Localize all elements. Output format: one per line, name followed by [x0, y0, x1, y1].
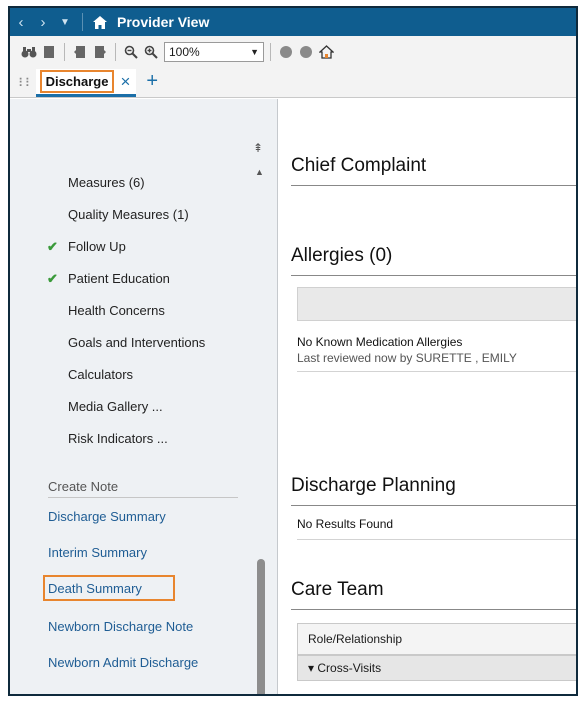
- discharge-planning-empty: No Results Found: [297, 517, 394, 531]
- note-link-interim-summary[interactable]: Interim Summary: [48, 545, 147, 560]
- checkmark-icon: ✔: [47, 239, 58, 254]
- sidebar-item-media-gallery[interactable]: Media Gallery ...: [68, 399, 163, 414]
- note-link-newborn-admit-discharge[interactable]: Newborn Admit Discharge: [48, 655, 198, 670]
- sidebar-scrollbar[interactable]: [257, 559, 265, 694]
- back-icon[interactable]: ‹: [10, 8, 32, 36]
- home-outline-icon[interactable]: [317, 43, 335, 61]
- chevron-down-icon: ▼: [250, 47, 259, 57]
- sidebar: ⇞ ▲ Measures (6) Quality Measures (1) ✔ …: [10, 99, 278, 694]
- allergies-table-header: [297, 287, 576, 321]
- add-tab-button[interactable]: +: [146, 70, 158, 93]
- create-note-heading: Create Note: [48, 479, 119, 494]
- drag-grip-icon[interactable]: ⠇⠇: [18, 76, 34, 90]
- row-divider: [297, 539, 576, 540]
- toolbar: 100% ▼: [10, 36, 576, 68]
- sidebar-item-follow-up[interactable]: Follow Up: [68, 239, 126, 254]
- create-note-divider: [48, 497, 238, 498]
- app-window: ‹ › ▼ Provider View 100% ▼ ⠇⠇ Discharge …: [8, 6, 578, 696]
- page-icon[interactable]: [40, 43, 58, 61]
- toolbar-separator: [270, 43, 271, 61]
- sidebar-item-patient-education[interactable]: Patient Education: [68, 271, 170, 286]
- forward-icon[interactable]: ›: [32, 8, 54, 36]
- section-divider: [291, 609, 576, 610]
- note-link-death-summary[interactable]: Death Summary: [48, 581, 142, 596]
- title-bar: ‹ › ▼ Provider View: [10, 8, 576, 36]
- discharge-planning-title: Discharge Planning: [291, 475, 456, 496]
- toolbar-separator: [115, 43, 116, 61]
- window-title: Provider View: [117, 14, 210, 30]
- allergies-reviewed: Last reviewed now by SURETTE , EMILY: [297, 351, 517, 365]
- allergies-title: Allergies (0): [291, 245, 393, 266]
- zoom-select[interactable]: 100% ▼: [164, 42, 264, 62]
- zoom-value: 100%: [169, 45, 200, 59]
- next-page-icon[interactable]: [91, 43, 109, 61]
- prev-page-icon[interactable]: [71, 43, 89, 61]
- sidebar-item-measures[interactable]: Measures (6): [68, 175, 145, 190]
- care-team-title: Care Team: [291, 579, 384, 600]
- sidebar-item-calculators[interactable]: Calculators: [68, 367, 133, 382]
- scroll-up-icon[interactable]: ▲: [255, 167, 264, 177]
- note-link-newborn-discharge[interactable]: Newborn Discharge Note: [48, 619, 193, 634]
- note-link-discharge-summary[interactable]: Discharge Summary: [48, 509, 166, 524]
- close-icon[interactable]: ×: [120, 72, 130, 92]
- sidebar-item-health-concerns[interactable]: Health Concerns: [68, 303, 165, 318]
- zoom-in-icon[interactable]: [142, 43, 160, 61]
- circle-icon[interactable]: [300, 46, 312, 58]
- section-divider: [291, 275, 576, 276]
- care-team-column-role: Role/Relationship: [308, 632, 403, 646]
- circle-icon[interactable]: [280, 46, 292, 58]
- checkmark-icon: ✔: [47, 271, 58, 286]
- care-team-group-row[interactable]: ▾ Cross-Visits: [297, 655, 576, 681]
- dropdown-caret-icon[interactable]: ▼: [54, 8, 76, 36]
- binoculars-icon[interactable]: [20, 43, 38, 61]
- home-icon[interactable]: [89, 8, 111, 36]
- tab-bar: ⠇⠇ Discharge × +: [10, 68, 576, 98]
- sidebar-item-risk-indicators[interactable]: Risk Indicators ...: [68, 431, 168, 446]
- row-divider: [297, 371, 576, 372]
- main-content: Chief Complaint Allergies (0) No Known M…: [279, 99, 576, 694]
- tab-label: Discharge: [39, 70, 115, 93]
- sidebar-item-goals-interventions[interactable]: Goals and Interventions: [68, 335, 205, 350]
- section-divider: [291, 505, 576, 506]
- cross-visits-group[interactable]: ▾ Cross-Visits: [308, 661, 381, 675]
- chief-complaint-title: Chief Complaint: [291, 155, 427, 176]
- allergies-status: No Known Medication Allergies: [297, 335, 463, 349]
- zoom-out-icon[interactable]: [122, 43, 140, 61]
- title-separator: [82, 13, 83, 31]
- tab-discharge[interactable]: Discharge ×: [35, 69, 137, 97]
- care-team-header: Role/Relationship: [297, 623, 576, 655]
- toolbar-separator: [64, 43, 65, 61]
- section-divider: [291, 185, 576, 186]
- pin-icon[interactable]: ⇞: [253, 141, 263, 155]
- sidebar-item-quality-measures[interactable]: Quality Measures (1): [68, 207, 189, 222]
